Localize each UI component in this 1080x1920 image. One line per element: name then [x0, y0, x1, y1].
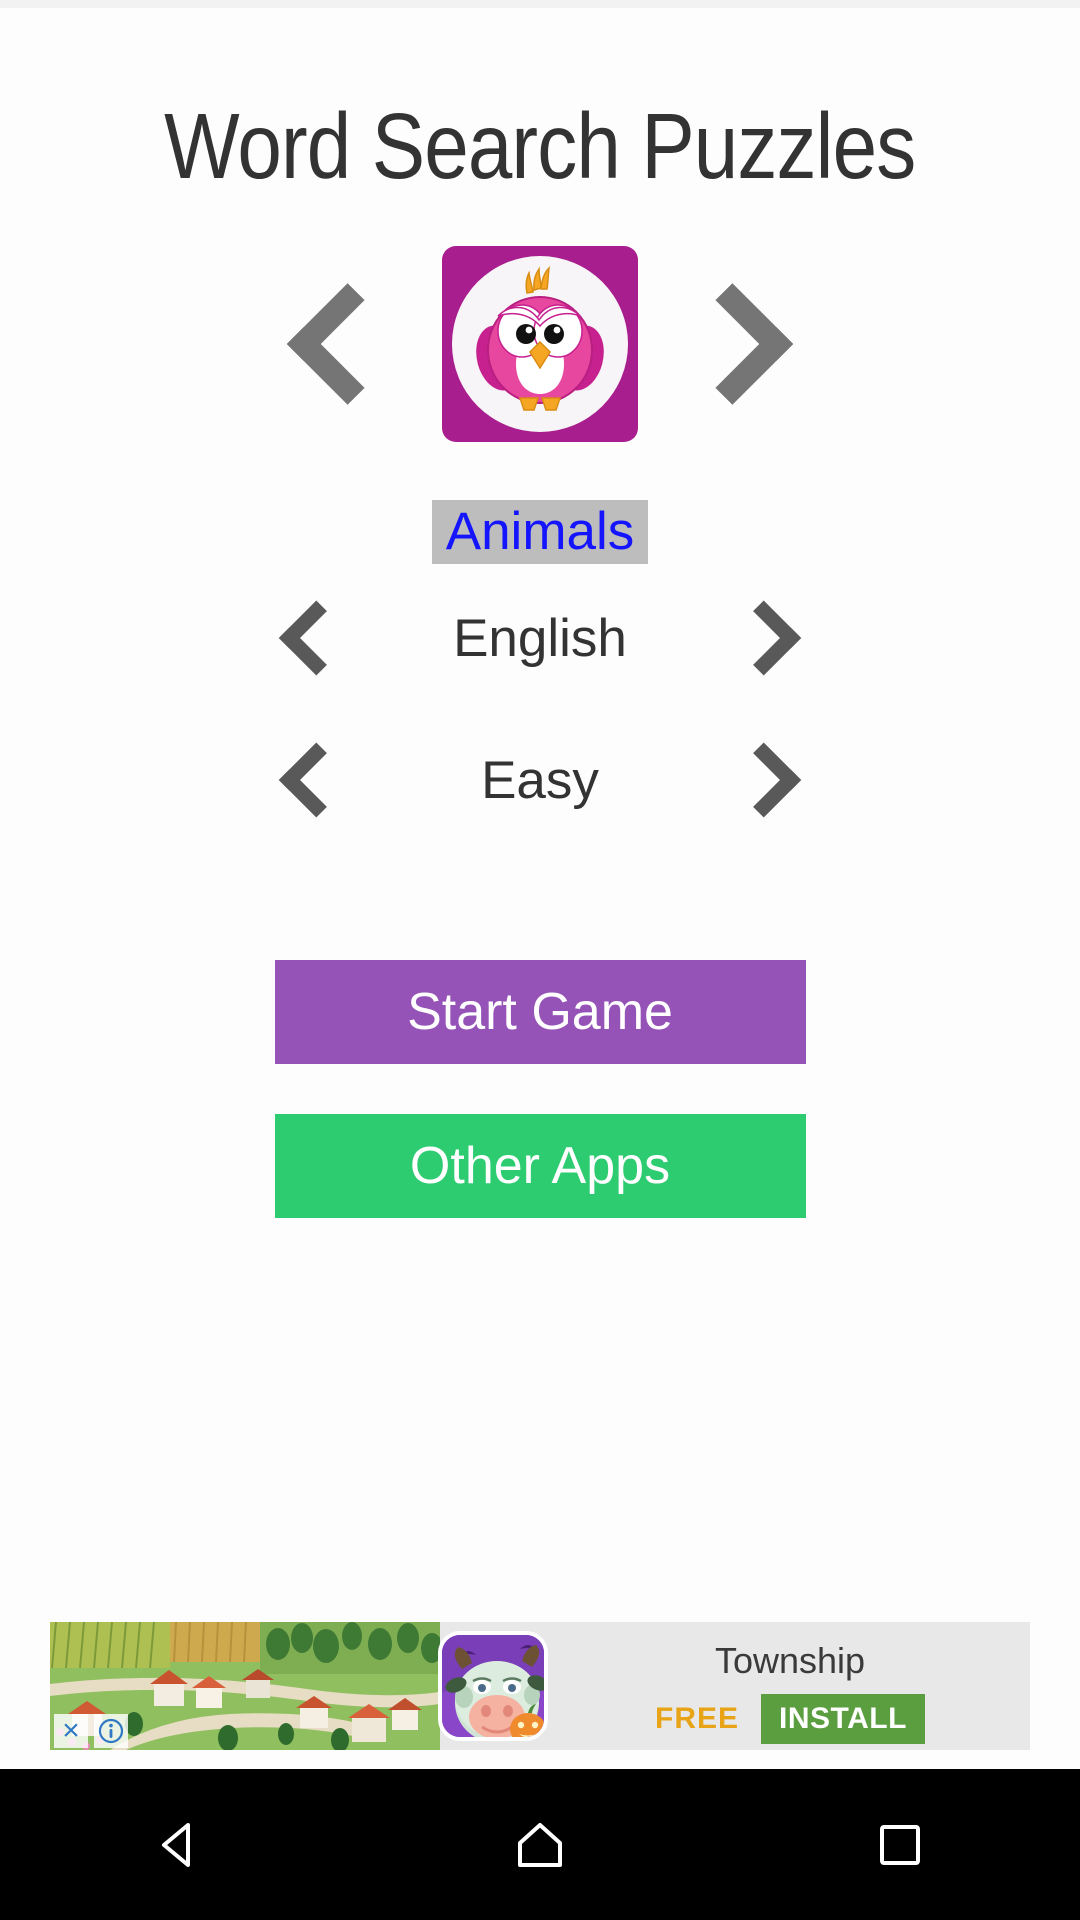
difficulty-value: Easy [481, 750, 599, 810]
nav-back-button[interactable] [120, 1785, 240, 1905]
nav-home-button[interactable] [480, 1785, 600, 1905]
ad-banner[interactable]: Township FREE INSTALL × [50, 1622, 1030, 1750]
category-prev-arrow-icon[interactable] [294, 279, 384, 409]
status-bar [0, 0, 1080, 8]
category-label-container: Animals [431, 500, 649, 564]
township-cow-icon [442, 1635, 544, 1737]
ad-app-icon [438, 1631, 548, 1741]
back-triangle-icon [162, 1822, 190, 1867]
home-icon [518, 1822, 562, 1867]
category-next-arrow-icon[interactable] [696, 279, 786, 409]
ad-close-icon[interactable]: × [54, 1714, 88, 1748]
difficulty-prev-arrow-icon[interactable] [272, 741, 350, 819]
pink-bird-icon [452, 255, 628, 432]
app-screen: Word Search Puzzles Animals English Easy… [0, 0, 1080, 1769]
category-selector [0, 241, 1080, 446]
page-title: Word Search Puzzles [164, 94, 916, 198]
info-circle-icon [98, 1718, 124, 1744]
language-next-arrow-icon[interactable] [730, 599, 808, 677]
language-selector: English [0, 590, 1080, 686]
start-game-button[interactable]: Start Game [274, 960, 806, 1064]
language-value: English [453, 608, 627, 668]
recents-square-icon [880, 1824, 920, 1865]
category-icon-button[interactable] [442, 245, 638, 442]
ad-app-name: Township [714, 1640, 866, 1681]
selected-category-label[interactable]: Animals [431, 500, 649, 564]
difficulty-next-arrow-icon[interactable] [730, 741, 808, 819]
language-prev-arrow-icon[interactable] [272, 599, 350, 677]
ad-price-label: FREE [655, 1702, 740, 1735]
android-nav-bar [0, 1769, 1080, 1920]
nav-recents-button[interactable] [840, 1785, 960, 1905]
ad-cta-row: FREE INSTALL [550, 1694, 1030, 1744]
other-apps-button[interactable]: Other Apps [274, 1114, 806, 1218]
ad-install-button[interactable]: INSTALL [761, 1694, 925, 1744]
difficulty-selector: Easy [0, 732, 1080, 828]
ad-info-icon[interactable] [94, 1714, 128, 1748]
